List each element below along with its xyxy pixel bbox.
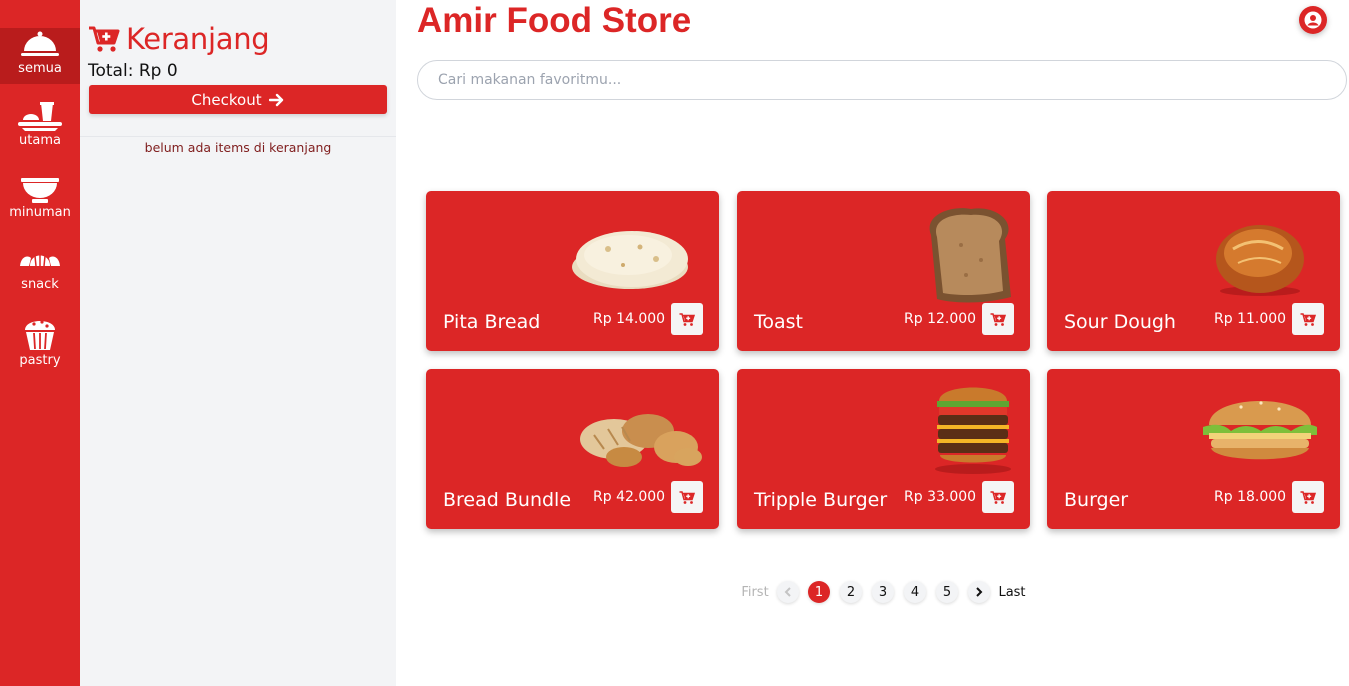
category-label: minuman (9, 205, 71, 220)
product-name: Tripple Burger (754, 489, 888, 511)
category-label: snack (21, 277, 59, 292)
pagination-page-2[interactable]: 2 (840, 581, 862, 603)
search-input[interactable] (417, 60, 1347, 100)
category-label: semua (18, 61, 62, 76)
category-pastry[interactable]: pastry (0, 316, 80, 372)
product-price: Rp 11.000 (1214, 311, 1287, 327)
bowl-icon (21, 178, 59, 203)
cart-header: Keranjang (88, 22, 270, 56)
product-card-sour-dough[interactable]: Sour Dough Rp 11.000 (1047, 191, 1340, 351)
chevron-left-icon (784, 587, 791, 597)
pagination-page-5[interactable]: 5 (936, 581, 958, 603)
add-to-cart-button[interactable] (671, 481, 703, 513)
category-label: utama (19, 133, 61, 148)
product-name: Burger (1064, 489, 1129, 511)
product-card-tripple-burger[interactable]: Tripple Burger Rp 33.000 (737, 369, 1030, 529)
cart-plus-icon (679, 312, 695, 326)
pagination-prev-button[interactable] (777, 581, 799, 603)
product-price: Rp 42.000 (593, 489, 666, 505)
product-card-burger[interactable]: Burger Rp 18.000 (1047, 369, 1340, 529)
product-name: Bread Bundle (443, 489, 572, 511)
divider (80, 136, 396, 137)
cart-plus-icon (990, 490, 1006, 504)
cart-title: Keranjang (126, 22, 270, 56)
add-to-cart-button[interactable] (982, 481, 1014, 513)
chevron-right-icon (976, 587, 983, 597)
toast-image (929, 208, 1011, 303)
product-price: Rp 14.000 (593, 311, 666, 327)
product-card-toast[interactable]: Toast Rp 12.000 (737, 191, 1030, 351)
pagination-last[interactable]: Last (996, 581, 1028, 603)
cart-empty-message: belum ada items di keranjang (144, 140, 332, 155)
category-snack[interactable]: snack (0, 244, 80, 300)
bread-bundle-image (580, 414, 702, 467)
burger-image (1203, 401, 1317, 460)
user-avatar-button[interactable] (1299, 6, 1327, 34)
cart-plus-icon (1300, 312, 1316, 326)
pagination-next-button[interactable] (968, 581, 990, 603)
cart-plus-icon (89, 26, 120, 52)
pita-bread-image (572, 231, 688, 289)
arrow-right-icon (268, 93, 283, 106)
product-price: Rp 33.000 (904, 489, 977, 505)
cart-panel: Keranjang Total: Rp 0 Checkout belum ada… (80, 0, 396, 686)
add-to-cart-button[interactable] (671, 303, 703, 335)
product-card-pita-bread[interactable]: Pita Bread Rp 14.000 (426, 191, 719, 351)
category-utama[interactable]: utama (0, 100, 80, 156)
checkout-label: Checkout (191, 90, 262, 109)
category-label: pastry (19, 353, 61, 368)
add-to-cart-button[interactable] (1292, 303, 1324, 335)
category-semua[interactable]: semua (0, 28, 80, 84)
pagination-first[interactable]: First (738, 581, 772, 603)
sour-dough-image (1216, 225, 1304, 296)
product-name: Toast (754, 311, 803, 333)
bread-icon (20, 254, 60, 267)
add-to-cart-button[interactable] (982, 303, 1014, 335)
category-minuman[interactable]: minuman (0, 172, 80, 228)
pagination-page-4[interactable]: 4 (904, 581, 926, 603)
checkout-button[interactable]: Checkout (89, 85, 387, 114)
add-to-cart-button[interactable] (1292, 481, 1324, 513)
product-name: Pita Bread (443, 311, 541, 333)
cloche-icon (21, 31, 59, 56)
pagination-page-3[interactable]: 3 (872, 581, 894, 603)
category-sidebar: semua utama minuman snack pastry (0, 0, 80, 686)
cart-total: Total: Rp 0 (88, 61, 178, 81)
user-icon (1304, 11, 1322, 29)
meal-icon (18, 102, 62, 131)
product-price: Rp 12.000 (904, 311, 977, 327)
tripple-burger-image (935, 387, 1011, 474)
pagination-page-1[interactable]: 1 (808, 581, 830, 603)
cart-plus-icon (990, 312, 1006, 326)
product-price: Rp 18.000 (1214, 489, 1287, 505)
cupcake-icon (25, 320, 55, 350)
product-name: Sour Dough (1064, 311, 1176, 333)
page-title: Amir Food Store (417, 1, 692, 40)
cart-plus-icon (679, 490, 695, 504)
cart-plus-icon (1300, 490, 1316, 504)
product-card-bread-bundle[interactable]: Bread Bundle Rp 42.000 (426, 369, 719, 529)
